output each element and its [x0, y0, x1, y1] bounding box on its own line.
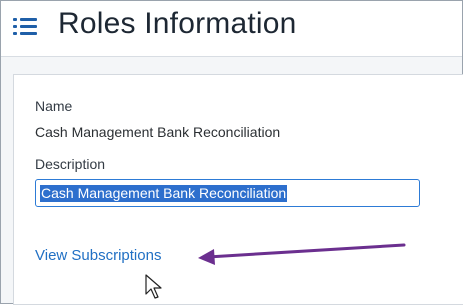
mouse-pointer-icon [145, 274, 162, 299]
description-field[interactable]: Cash Management Bank Reconciliation [35, 179, 420, 207]
annotation-arrow [198, 243, 406, 265]
hamburger-menu-icon[interactable] [13, 18, 37, 38]
app-window: Roles Information Name Cash Management B… [0, 0, 463, 305]
page-title: Roles Information [58, 7, 297, 40]
description-value-selected: Cash Management Bank Reconciliation [40, 185, 288, 202]
name-label: Name [35, 98, 73, 114]
view-subscriptions-link[interactable]: View Subscriptions [35, 247, 161, 264]
page-header: Roles Information [1, 1, 462, 57]
name-value: Cash Management Bank Reconciliation [35, 124, 281, 140]
description-label: Description [35, 156, 106, 172]
